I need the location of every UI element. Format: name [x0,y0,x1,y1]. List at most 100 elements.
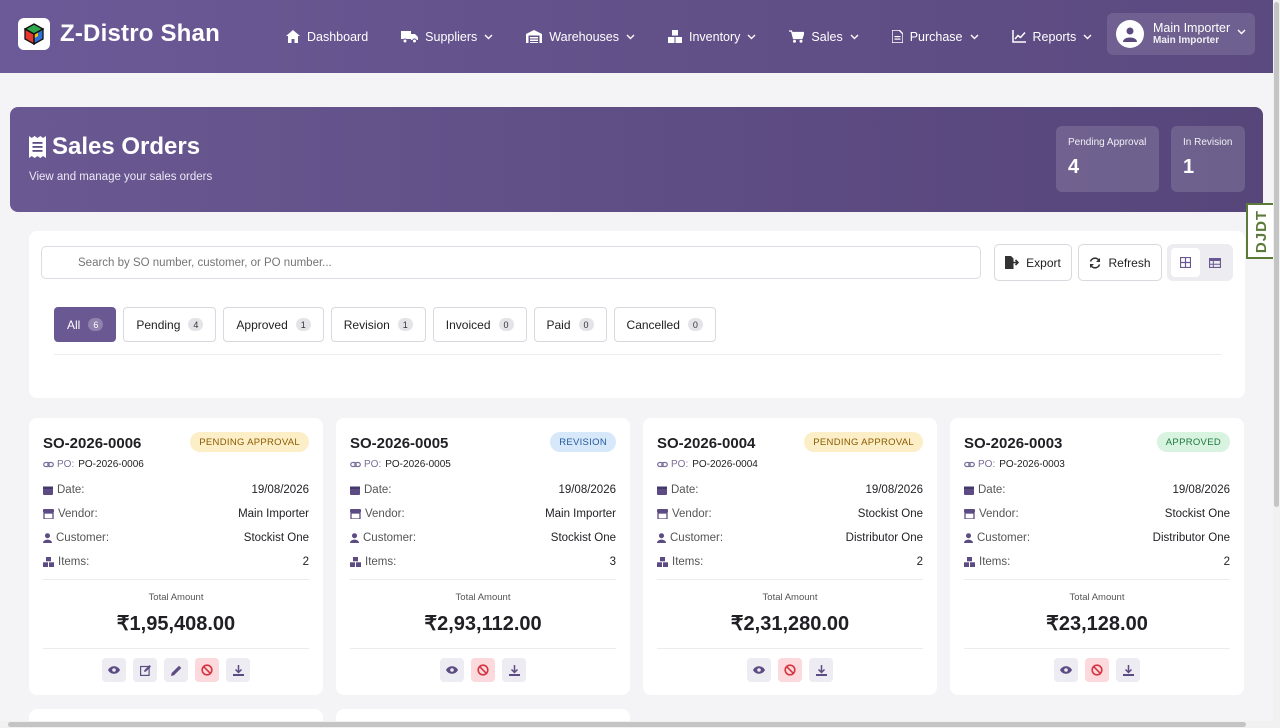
user-role: Main Importer [1153,35,1220,47]
tab-paid[interactable]: Paid 0 [533,307,607,342]
po-label: PO: [364,459,382,470]
tab-label: All [67,317,81,332]
items-value: 2 [916,556,923,568]
tab-invoiced[interactable]: Invoiced 0 [432,307,527,342]
chevron-down-icon [747,34,756,39]
card-actions [29,658,323,682]
divider [964,579,1230,580]
cancel-order-button[interactable] [778,658,802,682]
total-amount: ₹2,93,112.00 [424,613,542,635]
receipt-icon [29,136,46,158]
user-menu[interactable]: Main Importer Main Importer [1107,13,1255,55]
vendor-label: Vendor: [672,508,712,520]
divider [657,648,923,649]
calendar-icon [964,486,974,495]
items-row: Items: 3 [350,554,616,570]
debug-toolbar-label: DJDT [1253,209,1271,253]
debug-toolbar-tab[interactable]: DJDT [1246,203,1276,259]
home-icon [286,30,300,43]
nav-suppliers[interactable]: Suppliers [401,30,493,44]
download-icon [1122,664,1134,676]
cancel-order-button[interactable] [1085,658,1109,682]
brand[interactable]: Z-Distro Shan [18,18,220,50]
tab-all[interactable]: All 6 [54,307,117,342]
tab-label: Pending [136,317,181,332]
items-value: 2 [1223,556,1230,568]
po-reference: PO: PO-2026-0004 [657,459,758,470]
stat-value: 4 [1068,156,1080,178]
so-number: SO-2026-0004 [657,435,756,452]
edit-details-button[interactable] [133,658,157,682]
tab-pending[interactable]: Pending 4 [123,307,217,342]
po-number: PO-2026-0004 [692,459,758,470]
vendor-value: Main Importer [238,508,309,520]
po-reference: PO: PO-2026-0006 [43,459,144,470]
customer-label: Customer: [977,532,1031,544]
total-label: Total Amount [148,592,204,603]
eye-icon [1060,666,1072,674]
search-input[interactable] [41,246,981,279]
cancel-order-button[interactable] [471,658,495,682]
download-button[interactable] [502,658,526,682]
tab-cancelled[interactable]: Cancelled 0 [613,307,716,342]
refresh-button[interactable]: Refresh [1078,244,1162,281]
date-value: 19/08/2026 [251,484,309,496]
chevron-down-icon [850,34,859,39]
tab-revision[interactable]: Revision 1 [330,307,426,342]
divider [350,648,616,649]
table-view-button[interactable] [1200,248,1229,277]
export-button[interactable]: Export [994,244,1072,281]
items-value: 2 [302,556,309,568]
order-card[interactable]: SO-2026-0006 PENDING APPROVAL PO: PO-202… [29,418,323,695]
vertical-scrollbar[interactable] [1273,0,1280,728]
user-icon [43,533,52,543]
download-button[interactable] [1116,658,1140,682]
view-button[interactable] [102,658,126,682]
order-card[interactable]: SO-2026-0005 REVISION PO: PO-2026-0005 D… [336,418,630,695]
download-button[interactable] [226,658,250,682]
tab-count-badge: 1 [295,318,311,331]
edit-button[interactable] [164,658,188,682]
divider [964,648,1230,649]
date-label: Date: [671,484,699,496]
customer-value: Stockist One [550,532,616,544]
download-icon [232,664,244,676]
eye-icon [108,666,120,674]
date-value: 19/08/2026 [558,484,616,496]
nav-dashboard[interactable]: Dashboard [286,30,368,44]
order-card[interactable]: SO-2026-0004 PENDING APPROVAL PO: PO-202… [643,418,937,695]
items-label: Items: [365,556,397,568]
grid-view-button[interactable] [1171,248,1200,277]
horizontal-scrollbar[interactable] [0,721,1273,728]
nav-warehouses[interactable]: Warehouses [526,30,635,44]
po-reference: PO: PO-2026-0005 [350,459,451,470]
customer-value: Distributor One [1152,532,1230,544]
scrollbar-thumb[interactable] [1274,2,1279,507]
date-label: Date: [364,484,392,496]
scrollbar-thumb[interactable] [8,722,1246,727]
view-button[interactable] [1054,658,1078,682]
order-card[interactable]: SO-2026-0003 APPROVED PO: PO-2026-0003 D… [950,418,1244,695]
link-icon [43,461,54,468]
tab-approved[interactable]: Approved 1 [223,307,324,342]
nav-inventory[interactable]: Inventory [668,30,756,44]
chevron-down-icon [970,34,979,39]
view-button[interactable] [440,658,464,682]
nav-purchase[interactable]: Purchase [891,30,979,44]
invoice-icon [891,30,903,43]
cancel-order-button[interactable] [195,658,219,682]
nav-sales[interactable]: Sales [789,30,859,44]
vendor-label: Vendor: [979,508,1019,520]
items-row: Items: 2 [657,554,923,570]
view-button[interactable] [747,658,771,682]
boxes-icon [964,557,975,567]
page-title-text: Sales Orders [52,133,201,160]
vendor-value: Stockist One [857,508,923,520]
download-button[interactable] [809,658,833,682]
boxes-icon [657,557,668,567]
nav-dashboard-label: Dashboard [307,29,369,44]
nav-reports[interactable]: Reports [1011,30,1093,44]
total-amount: ₹1,95,408.00 [116,613,236,635]
tab-count-badge: 0 [498,318,514,331]
tab-label: Cancelled [626,317,680,332]
